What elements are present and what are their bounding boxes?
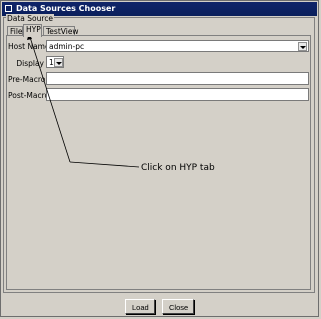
load-button[interactable]: Load bbox=[125, 299, 155, 314]
host-name-label: Host Name bbox=[8, 42, 50, 51]
close-button[interactable]: Close bbox=[162, 299, 194, 314]
pre-macro-input[interactable] bbox=[46, 72, 309, 85]
host-name-value: admin-pc bbox=[49, 42, 85, 51]
post-macro-label: Post-Macro bbox=[8, 91, 50, 100]
host-name-dropdown-button[interactable] bbox=[298, 42, 307, 51]
chevron-down-icon bbox=[56, 62, 62, 65]
display-dropdown-button[interactable] bbox=[54, 58, 63, 67]
chevron-down-icon bbox=[300, 46, 306, 49]
post-macro-input[interactable] bbox=[46, 88, 309, 101]
display-label: Display bbox=[16, 59, 44, 68]
group-label: Data Source bbox=[6, 14, 55, 23]
pre-macro-label: Pre-Macro bbox=[8, 75, 46, 84]
annotation-text: Click on HYP tab bbox=[141, 163, 215, 173]
display-select[interactable]: 1 bbox=[46, 56, 64, 68]
tab-hyp[interactable]: HYP bbox=[23, 24, 42, 37]
window-icon[interactable] bbox=[5, 5, 12, 12]
host-name-select[interactable]: admin-pc bbox=[46, 40, 309, 52]
